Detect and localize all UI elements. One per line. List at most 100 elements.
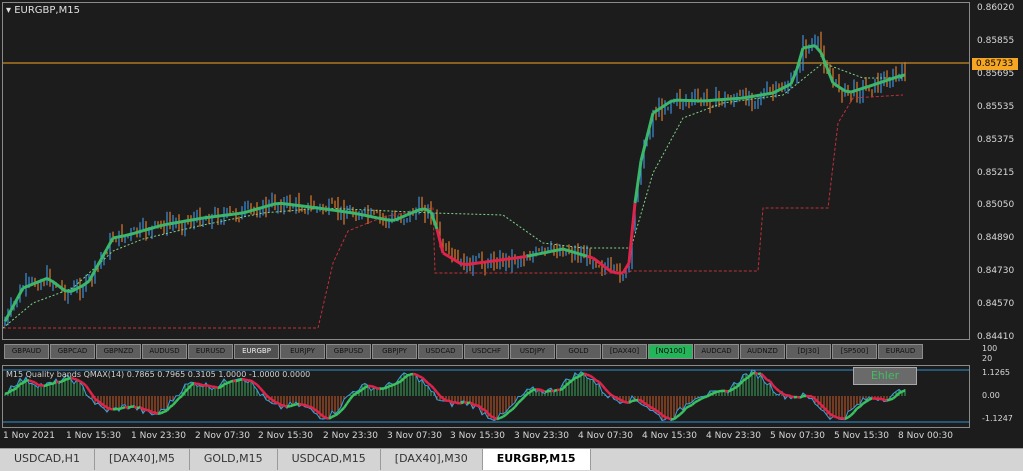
moving-average-segment <box>167 223 173 224</box>
moving-average-segment <box>23 286 29 288</box>
moving-average-segment <box>485 261 491 262</box>
time-axis: 1 Nov 20211 Nov 15:301 Nov 23:302 Nov 07… <box>0 431 972 445</box>
symbol-button-gbpcad[interactable]: GBPCAD <box>50 344 95 359</box>
indicator-smooth-segment <box>668 418 671 419</box>
moving-average-segment <box>455 260 461 264</box>
moving-average-segment <box>341 211 347 212</box>
indicator-smooth-segment <box>656 410 659 412</box>
moving-average-segment <box>293 205 299 206</box>
symbol-button-euraud[interactable]: EURAUD <box>878 344 923 359</box>
moving-average-segment <box>419 209 425 210</box>
moving-average-segment <box>755 95 761 96</box>
indicator-smooth-segment <box>539 389 542 390</box>
indicator-smooth-segment <box>845 417 848 418</box>
ehler-button[interactable]: Ehler <box>853 367 917 385</box>
indicator-smooth-segment <box>608 392 611 395</box>
indicator-smooth-segment <box>311 407 314 409</box>
indicator-smooth-segment <box>491 416 494 417</box>
indicator-smooth-segment <box>650 407 653 409</box>
chart-tab[interactable]: USDCAD,M15 <box>278 449 381 470</box>
indicator-smooth-segment <box>251 381 254 383</box>
moving-average-segment <box>203 217 209 218</box>
indicator-title: M15 Quality bands QMAX(14) 0.7865 0.7965… <box>6 370 310 379</box>
chart-tab[interactable]: [DAX40],M5 <box>95 449 190 470</box>
indicator-smooth-segment <box>143 409 146 410</box>
moving-average-segment <box>113 237 119 238</box>
price-tick-label: 0.85695 <box>977 69 1014 79</box>
chart-window[interactable]: ▾ EURGBP,M15 0.860200.858550.856950.8553… <box>0 0 1023 448</box>
moving-average-segment <box>269 204 275 206</box>
chart-tab[interactable]: EURGBP,M15 <box>483 449 591 470</box>
indicator-smooth-segment <box>200 384 203 385</box>
symbol-button-gbpusd[interactable]: GBPUSD <box>326 344 371 359</box>
moving-average-segment <box>749 96 755 97</box>
indicator-smooth-segment <box>509 410 512 412</box>
symbol-button-usdjpy[interactable]: USDJPY <box>510 344 555 359</box>
moving-average-segment <box>365 215 371 216</box>
moving-average-segment <box>497 260 503 261</box>
symbol-button-usdcad[interactable]: USDCAD <box>418 344 463 359</box>
symbol-button-gold[interactable]: GOLD <box>556 344 601 359</box>
price-tick-label: 0.85535 <box>977 102 1014 112</box>
symbol-button-eurjpy[interactable]: EURJPY <box>280 344 325 359</box>
price-tick-label: 0.84410 <box>977 332 1014 342</box>
symbol-button-audusd[interactable]: AUDUSD <box>142 344 187 359</box>
moving-average-segment <box>665 101 671 105</box>
symbol-button-sp500[interactable]: [SP500] <box>832 344 877 359</box>
symbol-button-dax40[interactable]: [DAX40] <box>602 344 647 359</box>
moving-average-segment <box>149 227 155 229</box>
indicator-smooth-segment <box>587 375 590 376</box>
moving-average-segment <box>551 250 557 251</box>
time-tick-label: 4 Nov 23:30 <box>706 431 761 441</box>
symbol-button-nq100[interactable]: [NQ100] <box>648 344 693 359</box>
moving-average-segment <box>587 256 593 258</box>
symbol-button-gbpaud[interactable]: GBPAUD <box>4 344 49 359</box>
symbol-button-audcad[interactable]: AUDCAD <box>694 344 739 359</box>
moving-average-segment <box>803 47 809 48</box>
chart-tab[interactable]: [DAX40],M30 <box>381 449 483 470</box>
indicator-smooth-segment <box>701 397 704 398</box>
moving-average-segment <box>593 258 599 263</box>
moving-average-segment <box>491 260 497 261</box>
symbol-button-eurgbp[interactable]: EURGBP <box>234 344 279 359</box>
time-tick-label: 5 Nov 07:30 <box>770 431 825 441</box>
indicator-smooth-segment <box>389 385 392 386</box>
moving-average-segment <box>533 254 539 255</box>
indicator-smooth-segment <box>626 402 629 403</box>
moving-average-segment <box>71 289 77 292</box>
symbol-button-gbpnzd[interactable]: GBPNZD <box>96 344 141 359</box>
symbol-button-usdchf[interactable]: USDCHF <box>464 344 509 359</box>
symbol-button-eurusd[interactable]: EURUSD <box>188 344 233 359</box>
symbol-button-dj30[interactable]: [DJ30] <box>786 344 831 359</box>
moving-average-segment <box>503 259 509 260</box>
symbol-button-audnzd[interactable]: AUDNZD <box>740 344 785 359</box>
indicator-smooth-segment <box>851 412 854 415</box>
indicator-smooth-segment <box>293 404 296 405</box>
moving-average-segment <box>839 87 845 91</box>
indicator-smooth-segment <box>854 408 857 412</box>
indicator-smooth-segment <box>500 417 503 418</box>
signal-line <box>3 63 903 328</box>
chart-tab[interactable]: GOLD,M15 <box>190 449 278 470</box>
indicator-smooth-segment <box>710 393 713 394</box>
indicator-smooth-segment <box>437 392 440 396</box>
moving-average-segment <box>671 100 677 101</box>
indicator-smooth-segment <box>104 406 107 408</box>
moving-average-segment <box>41 278 47 280</box>
moving-average-segment <box>119 236 125 237</box>
moving-average-segment <box>881 80 887 82</box>
chart-title-text: EURGBP,M15 <box>14 5 80 16</box>
chart-tab[interactable]: USDCAD,H1 <box>0 449 95 470</box>
price-tick-label: 0.84730 <box>977 266 1014 276</box>
moving-average-segment <box>761 94 767 95</box>
time-tick-label: 4 Nov 15:30 <box>642 431 697 441</box>
indicator-smooth-segment <box>278 403 281 405</box>
indicator-smooth-segment <box>890 399 893 400</box>
moving-average-segment <box>605 267 611 272</box>
indicator-smooth-segment <box>764 376 767 379</box>
indicator-smooth-segment <box>29 380 32 381</box>
symbol-button-gbpjpy[interactable]: GBPJPY <box>372 344 417 359</box>
indicator-smooth-segment <box>32 382 35 383</box>
main-price-pane[interactable] <box>2 2 970 340</box>
indicator-smooth-segment <box>482 409 485 410</box>
